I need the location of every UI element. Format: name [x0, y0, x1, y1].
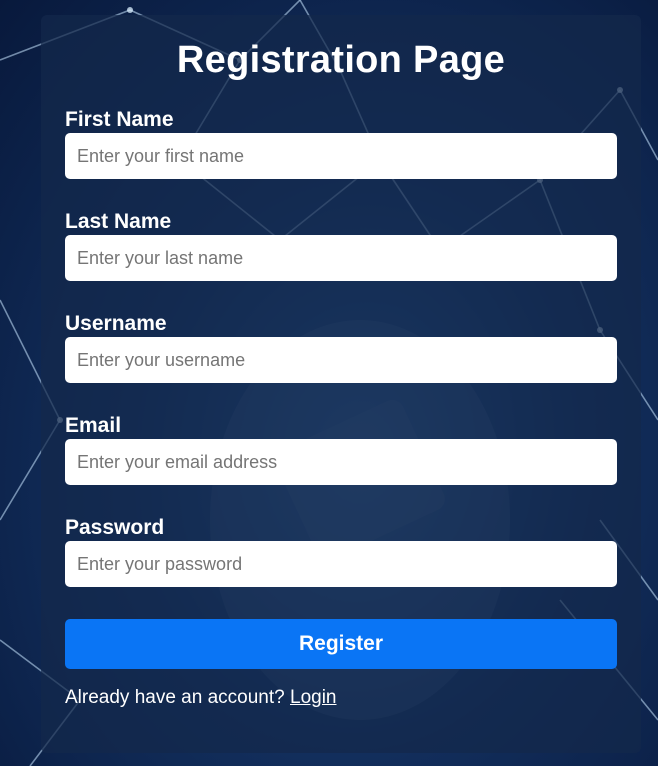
email-field-group: Email — [65, 413, 617, 485]
username-label: Username — [65, 312, 167, 335]
password-field-group: Password — [65, 515, 617, 587]
first-name-input[interactable] — [65, 133, 617, 179]
first-name-field-group: First Name — [65, 107, 617, 179]
password-label: Password — [65, 516, 165, 539]
last-name-field-group: Last Name — [65, 209, 617, 281]
login-prompt: Already have an account? Login — [65, 687, 337, 709]
email-label: Email — [65, 414, 122, 437]
last-name-label: Last Name — [65, 210, 172, 233]
registration-card: Registration Page First Name Last Name U… — [41, 15, 641, 753]
register-button[interactable]: Register — [65, 619, 617, 669]
username-field-group: Username — [65, 311, 617, 383]
password-input[interactable] — [65, 541, 617, 587]
login-prompt-text: Already have an account? — [65, 687, 285, 708]
login-link[interactable]: Login — [290, 687, 337, 708]
email-input[interactable] — [65, 439, 617, 485]
username-input[interactable] — [65, 337, 617, 383]
last-name-input[interactable] — [65, 235, 617, 281]
first-name-label: First Name — [65, 108, 174, 131]
page-title: Registration Page — [176, 39, 506, 81]
